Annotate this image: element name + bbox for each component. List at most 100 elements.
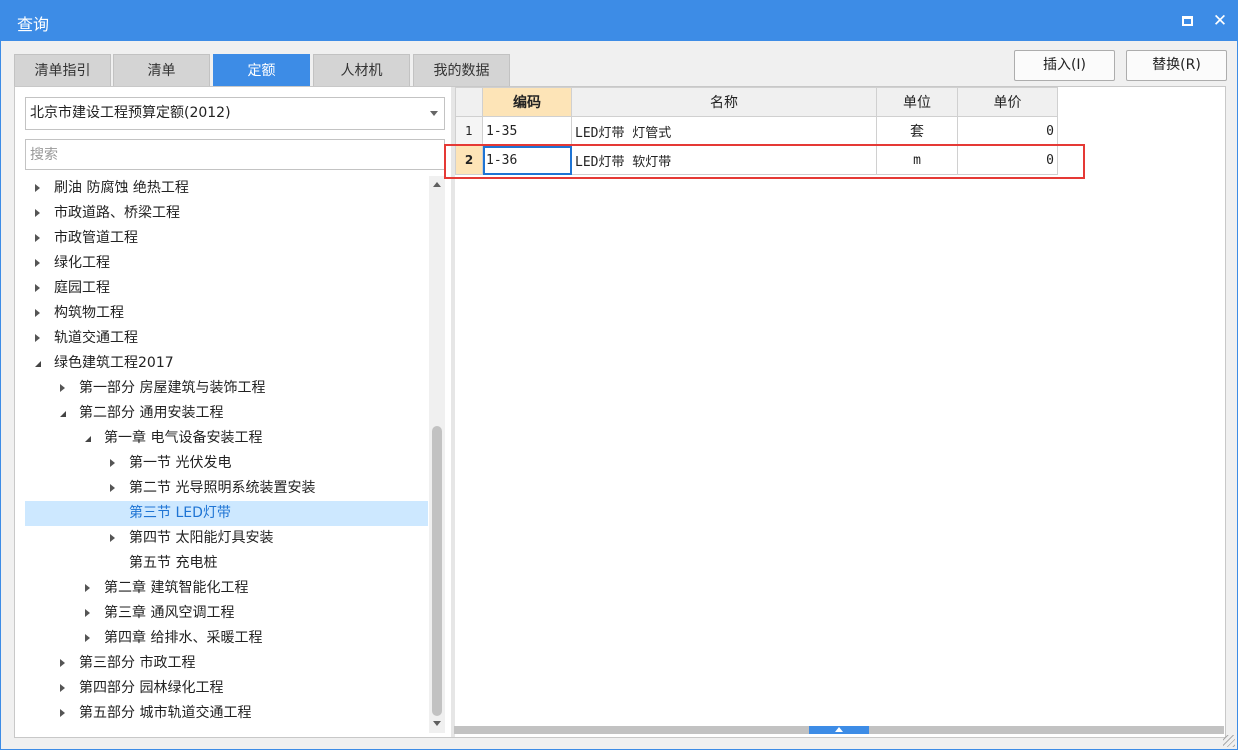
tab-quota[interactable]: 定额 <box>213 54 310 86</box>
collapse-triangle-icon[interactable] <box>35 334 40 342</box>
collapse-triangle-icon[interactable] <box>35 284 40 292</box>
tab-my-data[interactable]: 我的数据 <box>413 54 510 86</box>
tree-node[interactable]: 第四部分 园林绿化工程 <box>25 676 428 701</box>
collapse-triangle-icon[interactable] <box>85 584 90 592</box>
tree-node-label: 绿化工程 <box>54 255 110 271</box>
expand-triangle-icon[interactable] <box>60 411 66 417</box>
column-header-price[interactable]: 单价 <box>957 87 1058 117</box>
collapse-triangle-icon[interactable] <box>60 684 65 692</box>
tree-node-label: 第五部分 城市轨道交通工程 <box>79 705 252 721</box>
collapse-triangle-icon[interactable] <box>60 709 65 717</box>
cell-price[interactable]: 0 <box>957 145 1058 175</box>
cell-name[interactable]: LED灯带 灯管式 <box>571 116 877 146</box>
collapse-triangle-icon[interactable] <box>60 659 65 667</box>
tree-node[interactable]: 刷油 防腐蚀 绝热工程 <box>25 176 428 201</box>
tree-node-label: 第一部分 房屋建筑与装饰工程 <box>79 380 266 396</box>
quota-library-select[interactable]: 北京市建设工程预算定额(2012) <box>25 97 445 130</box>
insert-button[interactable]: 插入(I) <box>1014 50 1115 81</box>
tree-node[interactable]: 构筑物工程 <box>25 301 428 326</box>
collapse-triangle-icon[interactable] <box>110 459 115 467</box>
results-grid: 编码 名称 单位 单价 1 1-35 LED灯带 灯管式 套 0 2 1-36 … <box>455 87 1058 175</box>
tree-node[interactable]: 市政管道工程 <box>25 226 428 251</box>
tree-node[interactable]: 市政道路、桥梁工程 <box>25 201 428 226</box>
collapse-triangle-icon[interactable] <box>85 634 90 642</box>
tree-node[interactable]: 第三节 LED灯带 <box>25 501 428 526</box>
expand-triangle-icon[interactable] <box>35 361 41 367</box>
tree-node[interactable]: 庭园工程 <box>25 276 428 301</box>
column-header-name[interactable]: 名称 <box>571 87 877 117</box>
column-header-code[interactable]: 编码 <box>482 87 572 117</box>
collapse-triangle-icon[interactable] <box>35 184 40 192</box>
cell-code[interactable]: 1-36 <box>482 145 572 175</box>
replace-button[interactable]: 替换(R) <box>1126 50 1227 81</box>
search-input[interactable] <box>25 139 445 170</box>
row-number[interactable]: 2 <box>455 145 483 175</box>
close-button[interactable]: ✕ <box>1209 10 1231 32</box>
tree-node-label: 第四部分 园林绿化工程 <box>79 680 224 696</box>
tree-node[interactable]: 第五部分 城市轨道交通工程 <box>25 701 428 726</box>
tab-bill-guide[interactable]: 清单指引 <box>14 54 111 86</box>
title-bar[interactable]: 查询 ✕ <box>1 1 1237 41</box>
grid-header-row: 编码 名称 单位 单价 <box>455 87 1058 117</box>
tree-node[interactable]: 第三章 通风空调工程 <box>25 601 428 626</box>
tree-node-label: 庭园工程 <box>54 280 110 296</box>
splitter-handle[interactable] <box>809 726 869 734</box>
window-title: 查询 <box>17 15 50 34</box>
horizontal-splitter[interactable] <box>454 726 1224 734</box>
cell-name[interactable]: LED灯带 软灯带 <box>571 145 877 175</box>
collapse-triangle-icon[interactable] <box>35 209 40 217</box>
tab-labor-material-machine[interactable]: 人材机 <box>313 54 410 86</box>
tree-node[interactable]: 第二章 建筑智能化工程 <box>25 576 428 601</box>
resize-grip-icon[interactable] <box>1223 735 1235 747</box>
tree-node[interactable]: 第二节 光导照明系统装置安装 <box>25 476 428 501</box>
scroll-down-arrow-icon[interactable] <box>433 721 441 726</box>
tree-node[interactable]: 第五节 充电桩 <box>25 551 428 576</box>
tree-node-label: 第一章 电气设备安装工程 <box>104 430 263 446</box>
tree-node[interactable]: 第四节 太阳能灯具安装 <box>25 526 428 551</box>
tab-bill[interactable]: 清单 <box>113 54 210 86</box>
content-panel: 北京市建设工程预算定额(2012) 刷油 防腐蚀 绝热工程市政道路、桥梁工程市政… <box>14 86 1226 738</box>
tree-node-label: 第三部分 市政工程 <box>79 655 196 671</box>
collapse-triangle-icon[interactable] <box>85 609 90 617</box>
row-number[interactable]: 1 <box>455 116 483 146</box>
tree-node-label: 第一节 光伏发电 <box>129 455 232 471</box>
cell-price[interactable]: 0 <box>957 116 1058 146</box>
tree-scrollbar[interactable] <box>429 176 445 733</box>
cell-code[interactable]: 1-35 <box>482 116 572 146</box>
collapse-triangle-icon[interactable] <box>35 309 40 317</box>
tree-node-label: 市政管道工程 <box>54 230 138 246</box>
table-row[interactable]: 1 1-35 LED灯带 灯管式 套 0 <box>455 116 1058 146</box>
tree-node[interactable]: 第一章 电气设备安装工程 <box>25 426 428 451</box>
chapter-tree: 刷油 防腐蚀 绝热工程市政道路、桥梁工程市政管道工程 绿化工程庭园工程构筑物工程轨… <box>25 176 428 731</box>
cell-unit[interactable]: 套 <box>876 116 958 146</box>
tree-node[interactable]: 第一节 光伏发电 <box>25 451 428 476</box>
collapse-triangle-icon[interactable] <box>110 534 115 542</box>
cell-unit[interactable]: m <box>876 145 958 175</box>
collapse-triangle-icon[interactable] <box>35 234 40 242</box>
tree-node-label: 绿色建筑工程2017 <box>54 355 174 371</box>
tree-node-label: 构筑物工程 <box>54 305 124 321</box>
tree-node[interactable]: 第二部分 通用安装工程 <box>25 401 428 426</box>
maximize-button[interactable] <box>1176 10 1198 32</box>
tree-node[interactable]: 第三部分 市政工程 <box>25 651 428 676</box>
tree-node[interactable]: 绿色建筑工程2017 <box>25 351 428 376</box>
tree-node[interactable]: 绿化工程 <box>25 251 428 276</box>
grid-corner-cell <box>455 87 483 117</box>
tree-node-label: 第五节 充电桩 <box>129 555 218 571</box>
collapse-triangle-icon[interactable] <box>35 259 40 267</box>
results-grid-area: 编码 名称 单位 单价 1 1-35 LED灯带 灯管式 套 0 2 1-36 … <box>455 87 1225 737</box>
tree-node[interactable]: 第四章 给排水、采暖工程 <box>25 626 428 651</box>
column-header-unit[interactable]: 单位 <box>876 87 958 117</box>
tree-node[interactable]: 轨道交通工程 <box>25 326 428 351</box>
collapse-triangle-icon[interactable] <box>110 484 115 492</box>
table-row[interactable]: 2 1-36 LED灯带 软灯带 m 0 <box>455 145 1058 175</box>
expand-triangle-icon[interactable] <box>85 436 91 442</box>
close-icon: ✕ <box>1212 11 1228 31</box>
scroll-thumb[interactable] <box>432 426 442 716</box>
tree-node[interactable]: 第一部分 房屋建筑与装饰工程 <box>25 376 428 401</box>
chevron-down-icon <box>430 111 438 116</box>
tree-node-label: 第二章 建筑智能化工程 <box>104 580 249 596</box>
collapse-triangle-icon[interactable] <box>60 384 65 392</box>
tree-node-label: 刷油 防腐蚀 绝热工程 <box>54 180 189 196</box>
scroll-up-arrow-icon[interactable] <box>433 182 441 187</box>
